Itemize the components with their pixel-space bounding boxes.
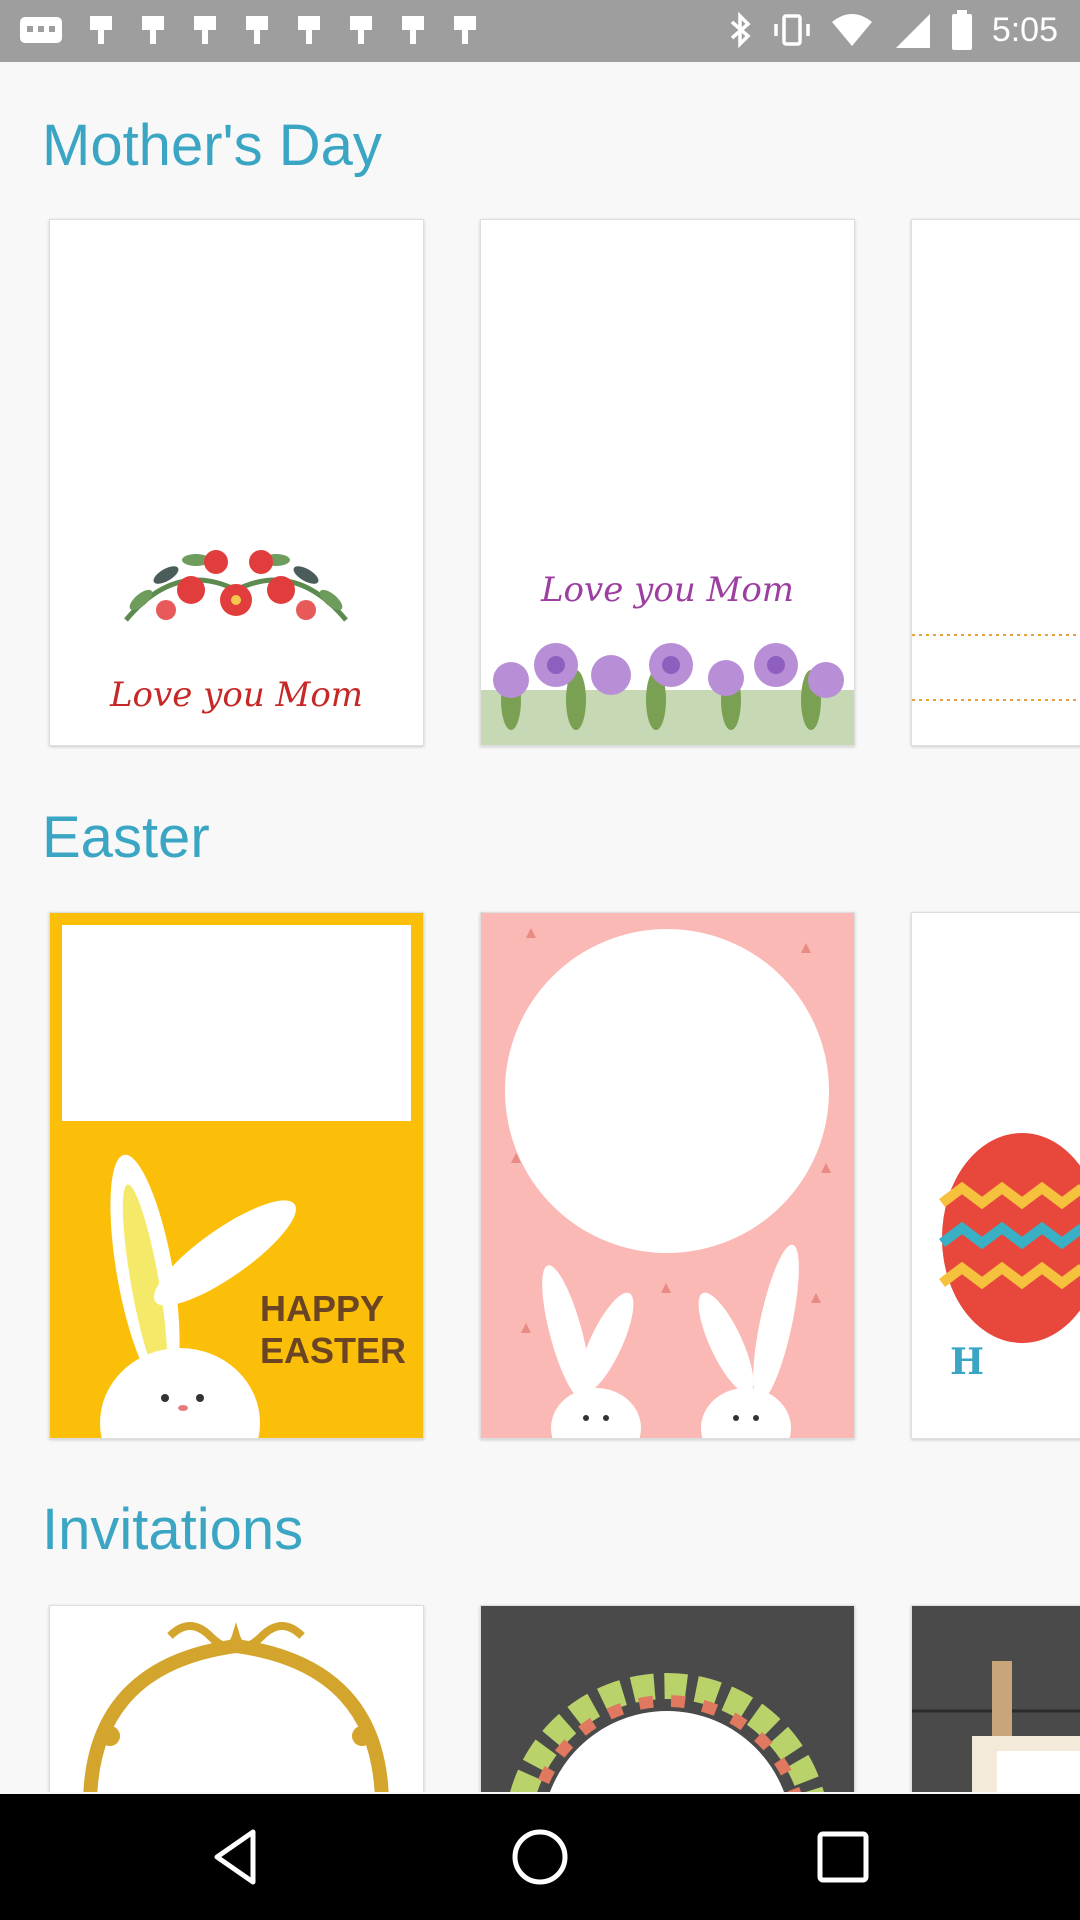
greeting-letter: H	[950, 1341, 985, 1383]
signal-icon	[895, 14, 930, 48]
card-caption: Love you Mom	[109, 675, 364, 715]
card-invitation-1[interactable]	[49, 1605, 424, 1792]
greeting-line-2: EASTER	[260, 1330, 407, 1371]
notification-icon	[454, 16, 476, 44]
card-easter-2[interactable]	[480, 912, 855, 1439]
leaf-wreath-illustration	[510, 1673, 824, 1792]
card-invitation-2[interactable]	[480, 1605, 855, 1792]
clothespin-photo-illustration	[912, 1661, 1080, 1792]
notification-icon	[142, 16, 164, 44]
clock: 5:05	[991, 11, 1058, 49]
gold-ornament-frame	[83, 1622, 389, 1792]
card-easter-1[interactable]: HAPPY EASTER	[49, 912, 424, 1439]
floral-bouquet-illustration	[124, 550, 348, 622]
vibrate-icon	[774, 14, 810, 46]
status-bar: 5:05	[0, 0, 1080, 62]
card-invitation-3[interactable]	[911, 1605, 1080, 1792]
notification-icon	[194, 16, 216, 44]
easter-egg-illustration	[939, 1133, 1080, 1343]
bunny-pair-illustration	[505, 928, 831, 1438]
battery-icon	[951, 10, 972, 50]
status-left-icons	[18, 12, 480, 48]
recents-icon[interactable]	[810, 1824, 876, 1890]
greeting-line-1: HAPPY	[260, 1288, 385, 1329]
section-title-easter: Easter	[42, 805, 210, 870]
bluetooth-icon	[730, 11, 751, 49]
message-icon	[20, 17, 62, 43]
home-icon[interactable]	[507, 1824, 573, 1890]
card-mothers-day-2[interactable]: Love you Mom	[480, 219, 855, 746]
notification-icon	[90, 16, 112, 44]
section-title-mothers-day: Mother's Day	[42, 113, 382, 178]
section-title-invitations: Invitations	[42, 1497, 304, 1562]
purple-flowers-illustration	[481, 643, 854, 745]
notification-icon	[402, 16, 424, 44]
status-right-icons: 5:05	[728, 8, 1058, 52]
template-gallery[interactable]: Mother's Day Love you Mom Love you Mom E…	[0, 62, 1080, 1792]
back-icon[interactable]	[203, 1824, 269, 1890]
easter-greeting: HAPPY EASTER	[260, 1288, 406, 1372]
card-mothers-day-3[interactable]	[911, 219, 1080, 746]
notification-icon	[246, 16, 268, 44]
card-easter-3[interactable]: H	[911, 912, 1080, 1439]
wifi-icon	[831, 14, 872, 46]
notification-icon	[350, 16, 372, 44]
card-mothers-day-1[interactable]: Love you Mom	[49, 219, 424, 746]
dotted-lines-decoration	[912, 634, 1080, 701]
navigation-bar	[0, 1794, 1080, 1920]
notification-icon	[298, 16, 320, 44]
